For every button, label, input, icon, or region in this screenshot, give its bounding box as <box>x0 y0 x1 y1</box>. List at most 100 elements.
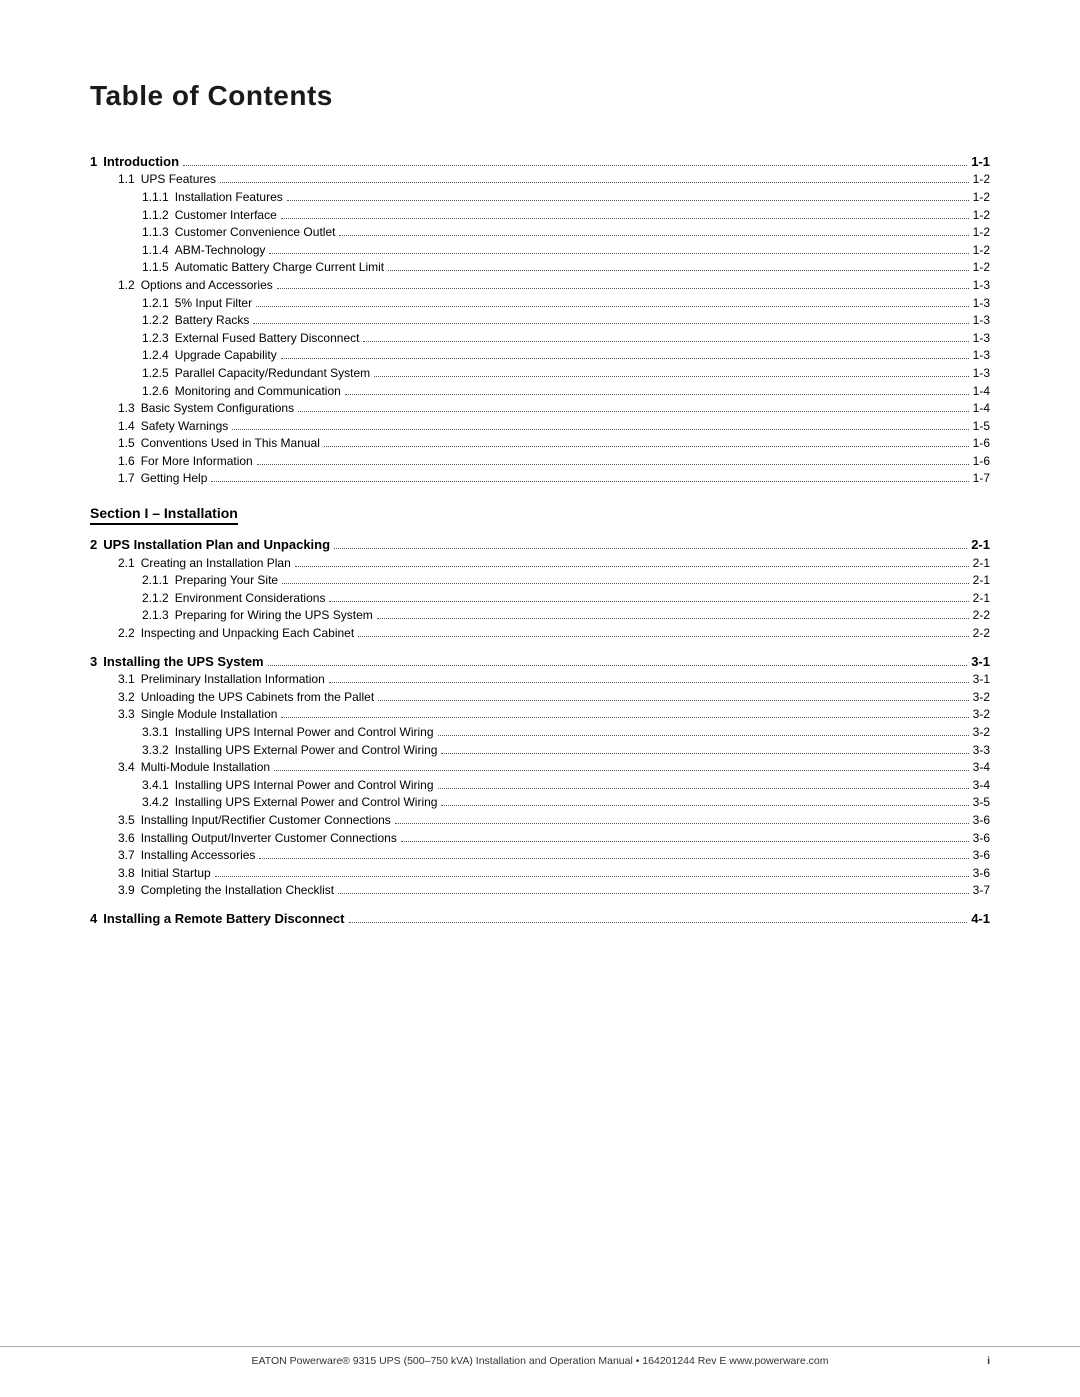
entry-num: 1.1.5 <box>142 260 169 274</box>
entry-page: 2-1 <box>971 537 990 552</box>
entry-dots <box>401 841 969 842</box>
entry-label: Preparing for Wiring the UPS System <box>175 608 373 622</box>
entry-dots <box>287 200 969 201</box>
entry-dots <box>281 358 969 359</box>
entry-label: Inspecting and Unpacking Each Cabinet <box>141 626 354 640</box>
entry-dots <box>441 753 968 754</box>
toc-entry: 3.1Preliminary Installation Information3… <box>90 670 990 688</box>
entry-page: 1-3 <box>973 296 990 310</box>
entry-label: Battery Racks <box>175 313 250 327</box>
toc-entry: 3.4Multi-Module Installation3-4 <box>90 758 990 776</box>
entry-dots <box>377 618 969 619</box>
entry-label: Conventions Used in This Manual <box>141 436 320 450</box>
entry-dots <box>295 566 969 567</box>
entry-num: 1.7 <box>118 471 135 485</box>
entry-num: 1.2 <box>118 278 135 292</box>
toc-entry: 1.2.3External Fused Battery Disconnect1-… <box>90 329 990 347</box>
toc-entry: 3.7Installing Accessories3-6 <box>90 846 990 864</box>
entry-dots <box>338 893 969 894</box>
entry-label: 5% Input Filter <box>175 296 252 310</box>
entry-dots <box>257 464 969 465</box>
entry-page: 1-3 <box>973 278 990 292</box>
toc-entry: 1.2.2 Battery Racks 1-3 <box>90 311 990 329</box>
entry-dots <box>253 323 968 324</box>
entry-page: 3-6 <box>973 813 990 827</box>
toc-entry: 3.5Installing Input/Rectifier Customer C… <box>90 811 990 829</box>
entry-num: 1.3 <box>118 401 135 415</box>
entry-num: 1.1.3 <box>142 225 169 239</box>
entry-page: 1-7 <box>973 471 990 485</box>
entry-label: Unloading the UPS Cabinets from the Pall… <box>141 690 374 704</box>
entry-page: 1-3 <box>973 313 990 327</box>
entry-dots <box>358 636 968 637</box>
toc-entry: 3.9Completing the Installation Checklist… <box>90 882 990 900</box>
entry-label: For More Information <box>141 454 253 468</box>
entry-label: Customer Interface <box>175 208 277 222</box>
entry-label: Parallel Capacity/Redundant System <box>175 366 370 380</box>
entry-num: 1.1.1 <box>142 190 169 204</box>
entry-num: 1.2.2 <box>142 313 169 327</box>
toc-entry: 2.1.1 Preparing Your Site 2-1 <box>90 571 990 589</box>
entry-page: 3-1 <box>971 654 990 669</box>
entry-label: Installing a Remote Battery Disconnect <box>103 911 344 926</box>
entry-num: 2.1.1 <box>142 573 169 587</box>
entry-page: 1-5 <box>973 419 990 433</box>
entry-dots <box>211 481 968 482</box>
entry-label: Installing the UPS System <box>103 654 263 669</box>
entry-num: 1 <box>90 154 97 169</box>
entry-num: 1.4 <box>118 419 135 433</box>
footer: EATON Powerware® 9315 UPS (500–750 kVA) … <box>0 1346 1080 1367</box>
entry-label: Getting Help <box>141 471 208 485</box>
toc-entry: 3.6Installing Output/Inverter Customer C… <box>90 829 990 847</box>
entry-dots <box>378 700 969 701</box>
entry-dots <box>281 218 969 219</box>
entry-label: Preparing Your Site <box>175 573 278 587</box>
entry-page: 3-6 <box>973 848 990 862</box>
entry-dots <box>215 876 969 877</box>
entry-label: Creating an Installation Plan <box>141 556 291 570</box>
entry-num: 2.1.3 <box>142 608 169 622</box>
toc-entry: 1.6For More Information1-6 <box>90 452 990 470</box>
entry-label: Customer Convenience Outlet <box>175 225 336 239</box>
toc-entry: 1.2.5Parallel Capacity/Redundant System1… <box>90 364 990 382</box>
entry-dots <box>374 376 969 377</box>
entry-page: 3-2 <box>973 707 990 721</box>
entry-num: 4 <box>90 911 97 926</box>
toc-entry: 3.3.2Installing UPS External Power and C… <box>90 741 990 759</box>
entry-dots <box>274 770 969 771</box>
entry-page: 2-1 <box>973 591 990 605</box>
entry-dots <box>438 735 969 736</box>
toc-entry: 2UPS Installation Plan and Unpacking2-1 <box>90 535 990 554</box>
toc-entry: 2.1.3 Preparing for Wiring the UPS System… <box>90 607 990 625</box>
entry-dots <box>259 858 968 859</box>
page-title: Table of Contents <box>90 80 990 112</box>
entry-num: 3.3 <box>118 707 135 721</box>
toc-entry: 3 Installing the UPS System 3-1 <box>90 652 990 671</box>
entry-dots <box>395 823 969 824</box>
entry-page: 3-4 <box>973 778 990 792</box>
entry-label: Basic System Configurations <box>141 401 294 415</box>
entry-dots <box>334 548 967 549</box>
entry-num: 2.1 <box>118 556 135 570</box>
entry-num: 3 <box>90 654 97 669</box>
entry-label: Upgrade Capability <box>175 348 277 362</box>
entry-page: 3-3 <box>973 743 990 757</box>
toc-entry: 1.1UPS Features1-2 <box>90 171 990 189</box>
footer-text: EATON Powerware® 9315 UPS (500–750 kVA) … <box>252 1355 829 1367</box>
entry-dots <box>438 788 969 789</box>
entry-dots <box>256 306 969 307</box>
toc-entry: 3.3.1Installing UPS Internal Power and C… <box>90 723 990 741</box>
entry-page: 2-1 <box>973 573 990 587</box>
entry-dots <box>298 411 969 412</box>
toc-entry: 3.4.1Installing UPS Internal Power and C… <box>90 776 990 794</box>
entry-label: Options and Accessories <box>141 278 273 292</box>
toc-entry: 1.1.3Customer Convenience Outlet1-2 <box>90 223 990 241</box>
entry-page: 2-2 <box>973 626 990 640</box>
toc-entry: 3.2Unloading the UPS Cabinets from the P… <box>90 688 990 706</box>
entry-dots <box>345 394 969 395</box>
entry-label: Installing Input/Rectifier Customer Conn… <box>141 813 391 827</box>
entry-dots <box>282 583 969 584</box>
entry-num: 3.3.1 <box>142 725 169 739</box>
entry-num: 1.2.5 <box>142 366 169 380</box>
entry-num: 3.8 <box>118 866 135 880</box>
